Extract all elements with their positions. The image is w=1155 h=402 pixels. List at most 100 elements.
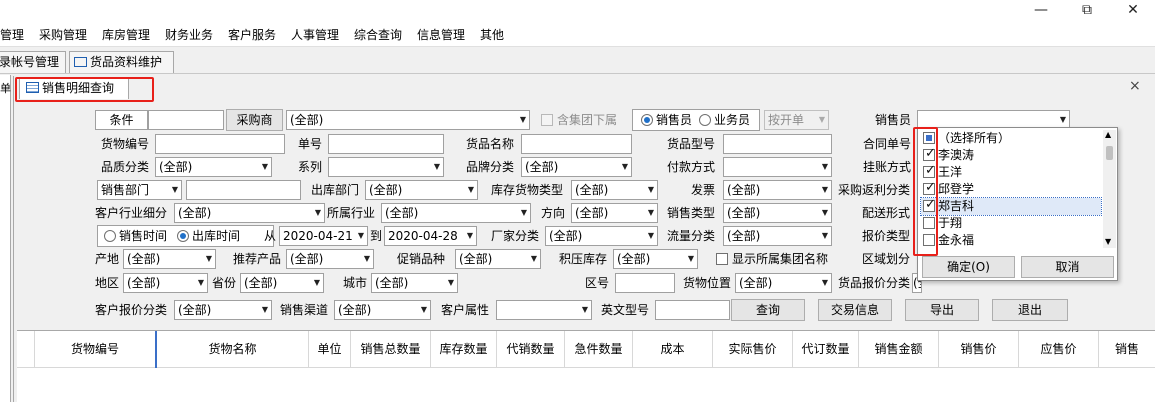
order-number-input[interactable] xyxy=(328,134,444,154)
grid-col-sales-amount[interactable]: 销售金额 xyxy=(859,331,939,368)
customer-industry-select[interactable]: (全部) ▼ xyxy=(174,203,325,223)
scroll-thumb[interactable] xyxy=(1106,146,1113,160)
invoice-select[interactable]: (全部) ▼ xyxy=(723,180,832,200)
dropdown-item-salesperson[interactable]: ✓ 李澳涛 xyxy=(921,147,1101,164)
area-code-input[interactable] xyxy=(615,273,675,293)
grid-col-sales-price[interactable]: 销售价 xyxy=(939,331,1019,368)
show-group-checkbox[interactable] xyxy=(716,253,728,265)
series-select[interactable]: ▼ xyxy=(328,157,444,177)
scroll-down-icon[interactable]: ▼ xyxy=(1105,237,1111,246)
grid-col-cost[interactable]: 成本 xyxy=(633,331,713,368)
business-agent-radio[interactable] xyxy=(699,114,711,126)
salesperson-radio-label: 销售员 xyxy=(656,113,693,127)
transaction-info-button[interactable]: 交易信息 xyxy=(818,299,892,321)
recommended-product-select[interactable]: (全部) ▼ xyxy=(286,249,374,269)
dropdown-cancel-button[interactable]: 取消 xyxy=(1021,256,1114,278)
chevron-down-icon: ▼ xyxy=(197,278,204,287)
condition-input[interactable] xyxy=(148,110,224,130)
date-from-picker[interactable]: 2020-04-21 ▼ xyxy=(279,226,368,246)
menu-item-hr[interactable]: 人事管理 xyxy=(291,27,339,43)
brand-category-select[interactable]: (全部) ▼ xyxy=(521,157,632,177)
dropdown-item-salesperson[interactable]: 金永福 xyxy=(921,232,1101,249)
grid-col-total-qty[interactable]: 销售总数量 xyxy=(351,331,431,368)
dropdown-item-salesperson[interactable]: ✓ 邱登学 xyxy=(921,181,1101,198)
include-group-checkbox[interactable] xyxy=(541,114,553,126)
flow-category-select[interactable]: (全部) ▼ xyxy=(723,226,832,246)
goods-name-input[interactable] xyxy=(521,134,632,154)
english-model-input[interactable] xyxy=(655,300,730,320)
menu-item-finance[interactable]: 财务业务 xyxy=(165,27,213,43)
outbound-dept-label: 出库部门 xyxy=(311,183,360,197)
sales-dept-select[interactable]: 销售部门 ▼ xyxy=(97,180,182,200)
restore-icon[interactable]: ⧉ xyxy=(1064,0,1110,22)
tab-goods-maintenance[interactable]: 货品资料维护 xyxy=(69,51,174,73)
purchaser-button[interactable]: 采购商 xyxy=(226,109,283,131)
exit-button[interactable]: 退出 xyxy=(992,299,1068,321)
dropdown-item-label: 于翔 xyxy=(938,216,963,230)
sales-channel-select[interactable]: (全部) ▼ xyxy=(334,300,431,320)
grid-col-urgent-qty[interactable]: 急件数量 xyxy=(565,331,633,368)
grid-col-unit[interactable]: 单位 xyxy=(309,331,351,368)
customer-attribute-select[interactable]: ▼ xyxy=(496,300,592,320)
grid-col-sales-more[interactable]: 销售 xyxy=(1099,331,1155,368)
grid-col-stock-qty[interactable]: 库存数量 xyxy=(431,331,497,368)
salesperson-radio[interactable] xyxy=(641,114,653,126)
menu-item-guanli[interactable]: 管理 xyxy=(0,27,24,43)
menu-item-query[interactable]: 综合查询 xyxy=(354,27,402,43)
purchaser-select[interactable]: (全部) ▼ xyxy=(286,110,530,130)
grid-col-actual-price[interactable]: 实际售价 xyxy=(713,331,793,368)
close-window-icon[interactable]: ✕ xyxy=(1110,0,1155,22)
dropdown-item-salesperson[interactable]: ✓ 王洋 xyxy=(921,164,1101,181)
menu-item-customer-service[interactable]: 客户服务 xyxy=(228,27,276,43)
area-select[interactable]: (全部) ▼ xyxy=(123,273,208,293)
manufacturer-category-select[interactable]: (全部) ▼ xyxy=(545,226,658,246)
grid-col-list-price[interactable]: 应售价 xyxy=(1019,331,1099,368)
date-to-picker[interactable]: 2020-04-28 ▼ xyxy=(384,226,477,246)
menu-item-info[interactable]: 信息管理 xyxy=(417,27,465,43)
sales-type-select[interactable]: (全部) ▼ xyxy=(723,203,832,223)
province-select[interactable]: (全部) ▼ xyxy=(240,273,324,293)
dropdown-ok-button[interactable]: 确定(O) xyxy=(922,256,1015,278)
dropdown-item-salesperson-focused[interactable]: ✓ 郑吉科 xyxy=(920,197,1102,216)
origin-select[interactable]: (全部) ▼ xyxy=(123,249,216,269)
payment-method-select[interactable]: ▼ xyxy=(723,157,832,177)
stock-goods-type-select[interactable]: (全部) ▼ xyxy=(571,180,658,200)
menu-item-purchase[interactable]: 采购管理 xyxy=(39,27,87,43)
overstock-select[interactable]: (全部) ▼ xyxy=(613,249,698,269)
goods-model-input[interactable] xyxy=(723,134,832,154)
chevron-down-icon: ▼ xyxy=(821,208,828,217)
goods-location-select[interactable]: (全部) ▼ xyxy=(735,273,832,293)
customer-quote-category-select[interactable]: (全部) ▼ xyxy=(174,300,272,320)
minimize-icon[interactable]: — xyxy=(1018,0,1064,22)
dropdown-item-salesperson[interactable]: 于翔 xyxy=(921,215,1101,232)
dropdown-item-label: 郑吉科 xyxy=(938,199,975,213)
sales-time-radio[interactable] xyxy=(104,230,116,242)
panel-close-icon[interactable]: × xyxy=(1129,78,1141,94)
goods-code-input[interactable] xyxy=(155,134,285,154)
export-button[interactable]: 导出 xyxy=(905,299,979,321)
city-select[interactable]: (全部) ▼ xyxy=(371,273,458,293)
condition-field[interactable]: 条件 xyxy=(95,110,148,130)
query-button[interactable]: 查询 xyxy=(731,299,805,321)
order-by-select: 按开单 ▼ xyxy=(764,110,829,130)
grid-col-order-qty[interactable]: 代订数量 xyxy=(793,331,859,368)
chevron-down-icon: ▼ xyxy=(466,231,473,240)
menu-item-warehouse[interactable]: 库房管理 xyxy=(102,27,150,43)
direction-select[interactable]: (全部) ▼ xyxy=(571,203,658,223)
outbound-time-radio[interactable] xyxy=(177,230,189,242)
grid-col-goods-code[interactable]: 货物编号 xyxy=(35,331,157,368)
chevron-down-icon: ▼ xyxy=(530,254,537,263)
grid-col-goods-name[interactable]: 货物名称 xyxy=(157,331,309,368)
tab-account-management[interactable]: 录帐号管理 xyxy=(0,51,66,73)
scroll-up-icon[interactable]: ▲ xyxy=(1105,130,1111,139)
menu-item-other[interactable]: 其他 xyxy=(480,27,504,43)
sales-dept-input[interactable] xyxy=(186,180,301,200)
grid-col-consign-qty[interactable]: 代销数量 xyxy=(497,331,565,368)
dropdown-item-select-all[interactable]: （选择所有） xyxy=(921,130,1101,147)
quality-category-select[interactable]: (全部) ▼ xyxy=(155,157,272,177)
industry-select[interactable]: (全部) ▼ xyxy=(381,203,531,223)
outbound-dept-select[interactable]: (全部) ▼ xyxy=(365,180,478,200)
chevron-down-icon: ▼ xyxy=(467,185,474,194)
promotion-select[interactable]: (全部) ▼ xyxy=(455,249,541,269)
dropdown-item-label: 李澳涛 xyxy=(938,148,975,162)
